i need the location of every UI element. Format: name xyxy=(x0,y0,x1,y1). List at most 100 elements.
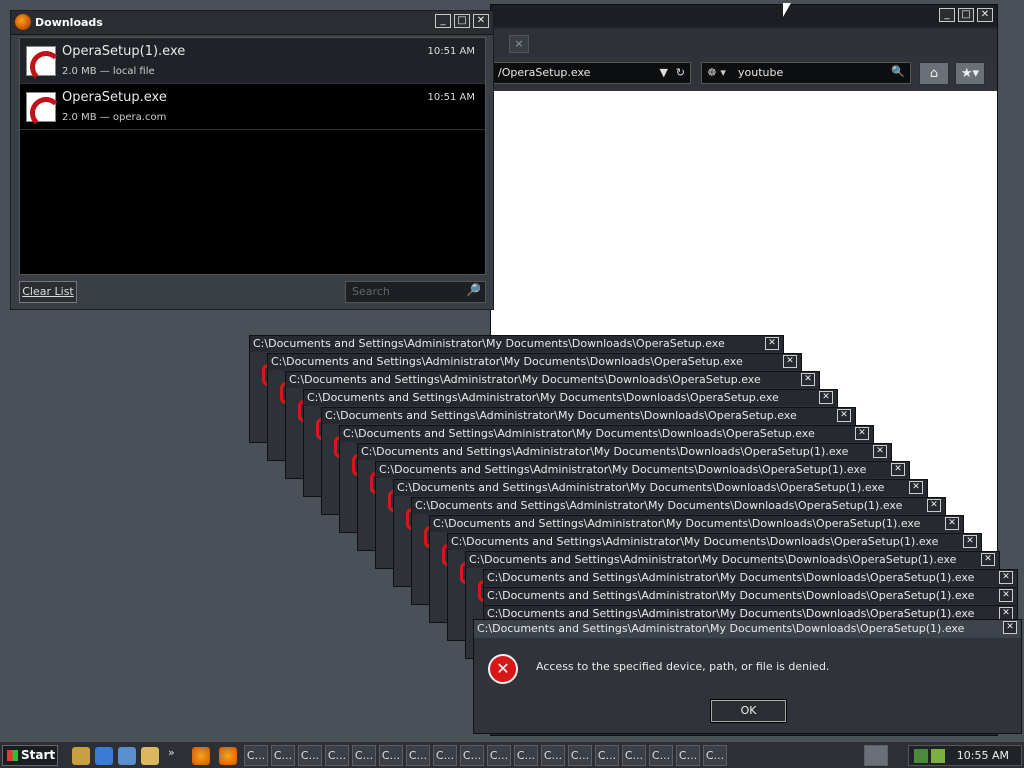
clock: 10:55 AM xyxy=(956,749,1009,762)
network-icon[interactable] xyxy=(914,749,928,763)
error-message: Access to the specified device, path, or… xyxy=(536,660,830,673)
start-label: Start xyxy=(21,748,56,762)
show-desktop-icon[interactable] xyxy=(72,747,90,765)
home-button[interactable]: ⌂ xyxy=(919,62,949,85)
magnifier-icon: 🔎 xyxy=(466,283,481,297)
url-dropdown-icon[interactable]: ▼ xyxy=(660,66,668,79)
error-close-button[interactable]: ✕ xyxy=(873,445,887,458)
taskbar-button[interactable]: C... xyxy=(703,745,727,766)
tab-strip: × xyxy=(491,29,997,57)
opera-file-icon xyxy=(26,46,62,83)
error-dialog-title: C:\Documents and Settings\Administrator\… xyxy=(430,516,963,532)
row-divider xyxy=(20,129,485,130)
download-filename: OperaSetup.exe xyxy=(62,90,167,105)
taskbar-button[interactable]: C... xyxy=(541,745,565,766)
download-filename: OperaSetup(1).exe xyxy=(62,44,186,59)
error-close-button[interactable]: ✕ xyxy=(963,535,977,548)
bookmarks-button[interactable]: ★▾ xyxy=(955,62,985,85)
home-icon: ⌂ xyxy=(929,66,939,81)
taskbar-button[interactable]: C... xyxy=(460,745,484,766)
downloads-titlebar: Downloads _ □ ✕ xyxy=(11,11,493,35)
error-dialog-title: C:\Documents and Settings\Administrator\… xyxy=(268,354,801,370)
windows-logo-icon xyxy=(7,750,18,761)
tray-app-icon[interactable] xyxy=(931,749,945,763)
firefox-downloads-task-icon[interactable] xyxy=(219,747,237,765)
error-dialog-title: C:\Documents and Settings\Administrator\… xyxy=(394,480,927,496)
error-close-button[interactable]: ✕ xyxy=(945,517,959,530)
taskbar-button[interactable]: C... xyxy=(406,745,430,766)
downloads-search-input[interactable]: Search 🔎 xyxy=(345,281,486,303)
maximize-button[interactable]: □ xyxy=(958,8,974,22)
url-bar[interactable]: /OperaSetup.exe ▼ ↻ xyxy=(491,62,691,84)
taskbar-button[interactable]: C... xyxy=(298,745,322,766)
outlook-express-icon[interactable] xyxy=(118,747,136,765)
taskbar-button[interactable]: C... xyxy=(433,745,457,766)
error-dialog-title: C:\Documents and Settings\Administrator\… xyxy=(484,588,1017,604)
taskbar-button[interactable]: C... xyxy=(595,745,619,766)
download-meta: 2.0 MB — opera.com xyxy=(62,112,167,123)
close-button[interactable]: ✕ xyxy=(473,14,489,28)
error-close-button[interactable]: ✕ xyxy=(1003,621,1017,634)
taskbar-button[interactable]: C... xyxy=(649,745,673,766)
taskbar-button[interactable]: C... xyxy=(352,745,376,766)
internet-explorer-icon[interactable] xyxy=(95,747,113,765)
clear-list-button[interactable]: Clear List xyxy=(19,281,77,303)
error-close-button[interactable]: ✕ xyxy=(765,337,779,350)
error-close-button[interactable]: ✕ xyxy=(819,391,833,404)
system-tray: 10:55 AM xyxy=(908,745,1022,766)
taskbar-button[interactable]: C... xyxy=(271,745,295,766)
taskbar-button[interactable]: C... xyxy=(568,745,592,766)
download-item[interactable]: OperaSetup.exe 2.0 MB — opera.com 10:51 … xyxy=(20,84,485,130)
error-icon: ✕ xyxy=(488,654,518,684)
downloads-list: OperaSetup(1).exe 2.0 MB — local file 10… xyxy=(19,37,486,275)
error-dialog-title: C:\Documents and Settings\Administrator\… xyxy=(322,408,855,424)
browser-titlebar: _ □ ✕ xyxy=(491,5,997,27)
error-close-button[interactable]: ✕ xyxy=(801,373,815,386)
error-close-button[interactable]: ✕ xyxy=(927,499,941,512)
taskbar-active-button[interactable] xyxy=(864,745,888,766)
error-close-button[interactable]: ✕ xyxy=(891,463,905,476)
error-dialog-title: C:\Documents and Settings\Administrator\… xyxy=(358,444,891,460)
taskbar-button[interactable]: C... xyxy=(676,745,700,766)
error-close-button[interactable]: ✕ xyxy=(981,553,995,566)
ok-button[interactable]: OK xyxy=(710,699,787,723)
browser-window-controls: _ □ ✕ xyxy=(939,8,993,22)
error-close-button[interactable]: ✕ xyxy=(855,427,869,440)
url-text: /OperaSetup.exe xyxy=(498,66,591,79)
error-close-button[interactable]: ✕ xyxy=(999,589,1013,602)
close-button[interactable]: ✕ xyxy=(977,8,993,22)
minimize-button[interactable]: _ xyxy=(939,8,955,22)
error-dialog-title: C:\Documents and Settings\Administrator\… xyxy=(250,336,783,352)
error-dialog-title: C:\Documents and Settings\Administrator\… xyxy=(474,620,1021,638)
reload-icon[interactable]: ↻ xyxy=(676,66,685,79)
error-close-button[interactable]: ✕ xyxy=(909,481,923,494)
error-dialog-title: C:\Documents and Settings\Administrator\… xyxy=(466,552,999,568)
taskbar-button[interactable]: C... xyxy=(379,745,403,766)
error-dialog-title: C:\Documents and Settings\Administrator\… xyxy=(286,372,819,388)
firefox-icon xyxy=(15,14,31,30)
maximize-button[interactable]: □ xyxy=(454,14,470,28)
error-close-button[interactable]: ✕ xyxy=(837,409,851,422)
opera-file-icon xyxy=(26,92,62,129)
taskbar-button[interactable]: C... xyxy=(244,745,268,766)
taskbar-button[interactable]: C... xyxy=(622,745,646,766)
tab-close-icon[interactable]: × xyxy=(509,35,529,53)
error-close-button[interactable]: ✕ xyxy=(783,355,797,368)
downloads-title: Downloads xyxy=(35,16,103,29)
start-button[interactable]: Start xyxy=(2,745,58,766)
media-icon[interactable] xyxy=(141,747,159,765)
navigation-toolbar: /OperaSetup.exe ▼ ↻ ☸ ▾ youtube 🔍 ⌂ ★▾ xyxy=(491,57,997,91)
magnifier-icon[interactable]: 🔍 xyxy=(891,65,905,78)
error-dialog-title: C:\Documents and Settings\Administrator\… xyxy=(376,462,909,478)
taskbar-button[interactable]: C... xyxy=(514,745,538,766)
minimize-button[interactable]: _ xyxy=(435,14,451,28)
firefox-task-icon[interactable] xyxy=(192,747,210,765)
taskbar-button[interactable]: C... xyxy=(487,745,511,766)
error-close-button[interactable]: ✕ xyxy=(999,571,1013,584)
search-bar[interactable]: ☸ ▾ youtube 🔍 xyxy=(701,62,911,84)
download-item[interactable]: OperaSetup(1).exe 2.0 MB — local file 10… xyxy=(20,38,485,84)
taskbar: Start » C... C... C... C... C... C... C... C...… xyxy=(0,741,1024,768)
search-engine-icon[interactable]: ☸ ▾ xyxy=(707,66,726,79)
taskbar-button[interactable]: C... xyxy=(325,745,349,766)
quicklaunch-overflow-icon[interactable]: » xyxy=(168,746,175,759)
